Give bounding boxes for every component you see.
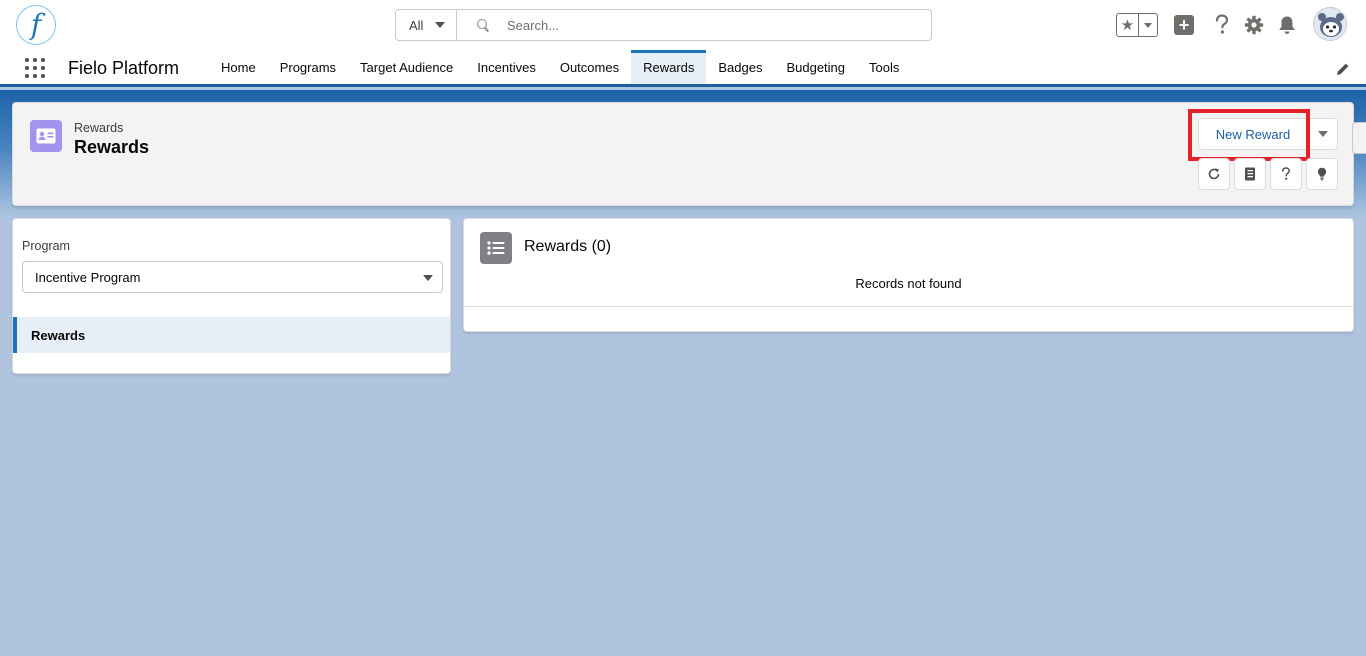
favorites-star-icon[interactable]: ★: [1117, 14, 1139, 36]
rewards-list-panel: Rewards (0) Records not found: [463, 218, 1354, 332]
search-scope-dropdown[interactable]: All: [396, 10, 457, 40]
program-label: Program: [22, 239, 70, 253]
refresh-icon: [1208, 168, 1220, 180]
nav-tab-programs[interactable]: Programs: [268, 50, 348, 84]
object-label: Rewards: [74, 121, 124, 135]
help-icon: [1282, 167, 1290, 180]
empty-state-message: Records not found: [855, 276, 962, 291]
search-field: [457, 10, 931, 40]
chevron-down-icon: [1144, 22, 1152, 28]
nav-tab-tools[interactable]: Tools: [857, 50, 911, 84]
list-icon: [480, 232, 512, 264]
setup-button[interactable]: [1244, 15, 1264, 35]
global-actions-button[interactable]: +: [1174, 15, 1194, 35]
header-icons: ★ +: [1116, 6, 1297, 44]
new-reward-button[interactable]: New Reward: [1198, 118, 1308, 150]
search-input[interactable]: [507, 17, 887, 33]
program-filter-panel: Program Incentive Program Rewards: [12, 218, 451, 374]
notifications-button[interactable]: [1277, 15, 1297, 35]
notifications-bell-icon: [1279, 16, 1295, 34]
app-name: Fielo Platform: [68, 58, 180, 78]
program-select-value: Incentive Program: [35, 269, 141, 285]
setup-gear-icon: [1244, 15, 1264, 35]
nav-tab-outcomes[interactable]: Outcomes: [548, 50, 631, 84]
chevron-down-icon: [435, 22, 446, 28]
nav-tab-budgeting[interactable]: Budgeting: [774, 50, 857, 84]
divider: [464, 306, 1353, 307]
page-header: Rewards Rewards New Reward: [12, 102, 1354, 206]
favorites-button[interactable]: ★: [1116, 13, 1158, 37]
nav-tab-incentives[interactable]: Incentives: [465, 50, 548, 84]
search-scope-label: All: [409, 17, 424, 33]
reward-object-icon: [30, 120, 62, 152]
tips-button[interactable]: [1306, 158, 1338, 190]
chevron-down-icon: [1317, 131, 1328, 137]
fielo-logo[interactable]: f: [16, 5, 56, 45]
lightbulb-icon: [1317, 167, 1327, 181]
utility-side-tab[interactable]: [1352, 122, 1366, 154]
side-nav-item-rewards[interactable]: Rewards: [13, 317, 450, 353]
search-icon: [477, 19, 489, 31]
help-button[interactable]: [1212, 14, 1232, 35]
logo-letter: f: [30, 8, 42, 41]
nav-tab-target-audience[interactable]: Target Audience: [348, 50, 465, 84]
refresh-button[interactable]: [1198, 158, 1230, 190]
add-icon: +: [1174, 15, 1194, 35]
notebook-button[interactable]: [1234, 158, 1266, 190]
program-select[interactable]: Incentive Program: [22, 261, 443, 293]
chevron-down-icon: [423, 275, 433, 281]
app-launcher-icon[interactable]: [24, 57, 46, 79]
utility-buttons: [1198, 158, 1338, 190]
nav-tab-badges[interactable]: Badges: [706, 50, 774, 84]
edit-nav-pencil-icon[interactable]: [1336, 62, 1350, 76]
nav-tab-rewards[interactable]: Rewards: [631, 50, 707, 84]
favorites-menu-button[interactable]: [1139, 22, 1157, 28]
global-header: f All ★ +: [0, 0, 1366, 50]
list-title: Rewards (0): [524, 238, 612, 255]
user-avatar[interactable]: [1313, 7, 1347, 41]
nav-tabs: Home Programs Target Audience Incentives…: [209, 50, 911, 84]
astro-avatar-icon: [1314, 8, 1346, 40]
more-actions-button[interactable]: [1308, 118, 1338, 150]
help-icon: [1215, 14, 1229, 34]
page-title: Rewards: [74, 137, 150, 157]
page-help-button[interactable]: [1270, 158, 1302, 190]
app-navigation-bar: Fielo Platform Home Programs Target Audi…: [0, 50, 1366, 87]
nav-tab-home[interactable]: Home: [209, 50, 268, 84]
notebook-icon: [1245, 167, 1255, 181]
global-search: All: [395, 9, 932, 41]
